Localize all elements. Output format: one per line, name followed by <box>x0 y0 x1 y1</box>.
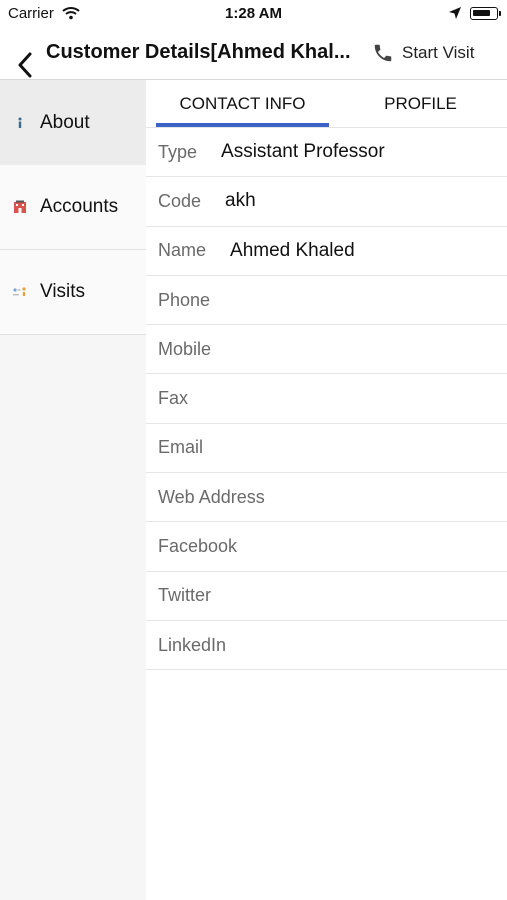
contact-row-name: Name Ahmed Khaled <box>146 227 507 276</box>
row-label: LinkedIn <box>158 634 227 655</box>
row-label: Fax <box>158 388 189 409</box>
row-label: Twitter <box>158 585 212 606</box>
contact-row-code: Code akh <box>146 177 507 227</box>
contact-row-phone: Phone <box>146 276 507 326</box>
battery-level <box>473 10 490 16</box>
row-label: Web Address <box>158 486 265 507</box>
tab-bar: CONTACT INFO PROFILE <box>146 80 507 128</box>
row-label: Phone <box>158 289 211 310</box>
battery-cap <box>499 11 501 16</box>
phone-icon <box>374 44 392 62</box>
chevron-left-icon <box>18 52 32 78</box>
row-label: Type <box>158 141 198 162</box>
row-value: Ahmed Khaled <box>230 239 355 261</box>
row-label: Facebook <box>158 536 238 557</box>
page-title: Customer Details[Ahmed Khal... <box>46 41 351 63</box>
sidebar: About Accounts Visits <box>0 80 146 900</box>
info-icon <box>12 115 28 131</box>
contact-row-email: Email <box>146 424 507 474</box>
row-value: Assistant Professor <box>221 141 385 163</box>
contact-row-mobile: Mobile <box>146 325 507 375</box>
row-label: Email <box>158 437 204 458</box>
start-visit-label: Start Visit <box>402 43 475 62</box>
tab-contact-info[interactable]: CONTACT INFO <box>156 80 329 128</box>
contact-row-web-address: Web Address <box>146 473 507 523</box>
sidebar-item-label: Accounts <box>40 196 119 217</box>
clock: 1:28 AM <box>225 5 282 22</box>
contact-info-list: Type Assistant Professor Code akh Name A… <box>146 128 507 671</box>
building-icon <box>12 199 28 215</box>
back-button[interactable] <box>10 48 40 82</box>
contact-row-twitter: Twitter <box>146 572 507 621</box>
sidebar-item-accounts[interactable]: Accounts <box>0 165 146 250</box>
sidebar-item-label: About <box>40 111 90 133</box>
sidebar-item-about[interactable]: About <box>0 80 146 165</box>
status-bar: Carrier 1:28 AM <box>0 0 507 28</box>
location-arrow-icon <box>448 6 462 25</box>
battery-icon <box>470 7 498 20</box>
tab-profile[interactable]: PROFILE <box>334 80 507 128</box>
active-tab-indicator <box>156 123 329 127</box>
row-label: Mobile <box>158 338 212 359</box>
contact-row-linkedin: LinkedIn <box>146 621 507 671</box>
sidebar-item-visits[interactable]: Visits <box>0 250 146 335</box>
sidebar-item-label: Visits <box>40 281 86 302</box>
navigation-bar: Customer Details[Ahmed Khal... Start Vis… <box>0 28 507 80</box>
contact-row-type: Type Assistant Professor <box>146 128 507 178</box>
start-visit-button[interactable]: Start Visit <box>372 38 474 68</box>
row-label: Code <box>158 190 202 211</box>
route-icon <box>12 284 28 300</box>
contact-row-facebook: Facebook <box>146 522 507 572</box>
row-value: akh <box>225 190 256 212</box>
row-label: Name <box>158 240 207 261</box>
contact-row-fax: Fax <box>146 374 507 424</box>
